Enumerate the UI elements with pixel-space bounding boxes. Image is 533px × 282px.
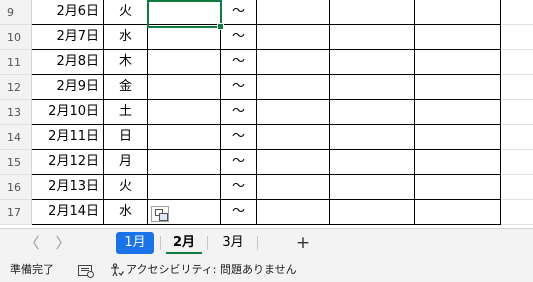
start-time-cell[interactable]: [148, 175, 221, 200]
end-time-cell[interactable]: [257, 100, 330, 125]
add-sheet-button[interactable]: +: [293, 231, 313, 255]
empty-cell[interactable]: [330, 50, 415, 75]
tilde-cell[interactable]: 〜: [221, 200, 257, 225]
date-cell[interactable]: 2月11日: [32, 125, 104, 150]
empty-cell[interactable]: [415, 75, 501, 100]
macro-record-icon[interactable]: [78, 265, 94, 278]
empty-cell[interactable]: [415, 100, 501, 125]
end-time-cell[interactable]: [257, 125, 330, 150]
tab-sheet-3[interactable]: 3月: [214, 232, 252, 254]
row-header[interactable]: 10: [0, 25, 32, 50]
empty-cell[interactable]: [415, 50, 501, 75]
tab-divider: [257, 236, 258, 250]
empty-cell[interactable]: [501, 175, 533, 200]
empty-cell[interactable]: [501, 150, 533, 175]
end-time-cell[interactable]: [257, 50, 330, 75]
empty-cell[interactable]: [330, 125, 415, 150]
date-cell[interactable]: 2月10日: [32, 100, 104, 125]
start-time-cell[interactable]: [148, 25, 221, 50]
end-time-cell[interactable]: [257, 150, 330, 175]
chevron-left-icon[interactable]: 〈: [24, 234, 40, 252]
weekday-cell[interactable]: 月: [104, 150, 148, 175]
tilde-cell[interactable]: 〜: [221, 175, 257, 200]
row-header[interactable]: 9: [0, 0, 32, 25]
tilde-cell[interactable]: 〜: [221, 100, 257, 125]
date-cell[interactable]: 2月14日: [32, 200, 104, 225]
tilde-cell[interactable]: 〜: [221, 50, 257, 75]
empty-cell[interactable]: [501, 25, 533, 50]
accessibility-status-text[interactable]: アクセシビリティ: 問題ありません: [126, 258, 297, 282]
date-cell[interactable]: 2月9日: [32, 75, 104, 100]
empty-cell[interactable]: [330, 175, 415, 200]
empty-cell[interactable]: [330, 200, 415, 225]
tilde-cell[interactable]: 〜: [221, 25, 257, 50]
weekday-cell[interactable]: 水: [104, 200, 148, 225]
start-time-cell[interactable]: [148, 0, 221, 25]
end-time-cell[interactable]: [257, 175, 330, 200]
date-cell[interactable]: 2月12日: [32, 150, 104, 175]
empty-cell[interactable]: [330, 75, 415, 100]
sheet-tab-bar: 〈 〉 1月 2月 3月 +: [0, 228, 533, 258]
empty-cell[interactable]: [501, 50, 533, 75]
tilde-cell[interactable]: 〜: [221, 75, 257, 100]
weekday-cell[interactable]: 火: [104, 175, 148, 200]
empty-cell[interactable]: [501, 75, 533, 100]
weekday-cell[interactable]: 木: [104, 50, 148, 75]
row-header[interactable]: 11: [0, 50, 32, 75]
tab-divider: [207, 236, 208, 250]
empty-cell[interactable]: [330, 25, 415, 50]
paste-options-icon[interactable]: [151, 206, 169, 222]
tab-divider: [160, 236, 161, 250]
row-header[interactable]: 13: [0, 100, 32, 125]
start-time-cell[interactable]: [148, 150, 221, 175]
weekday-cell[interactable]: 火: [104, 0, 148, 25]
weekday-cell[interactable]: 水: [104, 25, 148, 50]
weekday-cell[interactable]: 日: [104, 125, 148, 150]
start-time-cell[interactable]: [148, 100, 221, 125]
date-cell[interactable]: 2月7日: [32, 25, 104, 50]
start-time-cell[interactable]: [148, 50, 221, 75]
empty-cell[interactable]: [415, 150, 501, 175]
spreadsheet-grid[interactable]: 9 2月6日 火 〜 10 2月7日 水 〜 11 2月8日 木 〜 12 2月…: [0, 0, 533, 228]
empty-cell[interactable]: [501, 200, 533, 225]
end-time-cell[interactable]: [257, 25, 330, 50]
empty-cell[interactable]: [501, 125, 533, 150]
row-header[interactable]: 17: [0, 200, 32, 225]
start-time-cell[interactable]: [148, 125, 221, 150]
empty-cell[interactable]: [415, 125, 501, 150]
end-time-cell[interactable]: [257, 75, 330, 100]
empty-cell[interactable]: [330, 100, 415, 125]
chevron-right-icon[interactable]: 〉: [55, 234, 71, 252]
weekday-cell[interactable]: 金: [104, 75, 148, 100]
row-header[interactable]: 14: [0, 125, 32, 150]
date-cell[interactable]: 2月8日: [32, 50, 104, 75]
date-cell[interactable]: 2月13日: [32, 175, 104, 200]
status-bar: 準備完了 アクセシビリティ: 問題ありません: [0, 258, 533, 282]
start-time-cell[interactable]: [148, 75, 221, 100]
row-header[interactable]: 16: [0, 175, 32, 200]
row-header[interactable]: 15: [0, 150, 32, 175]
date-cell[interactable]: 2月6日: [32, 0, 104, 25]
weekday-cell[interactable]: 土: [104, 100, 148, 125]
empty-cell[interactable]: [501, 0, 533, 25]
tab-sheet-1[interactable]: 1月: [116, 232, 154, 254]
empty-cell[interactable]: [415, 25, 501, 50]
tilde-cell[interactable]: 〜: [221, 125, 257, 150]
empty-cell[interactable]: [415, 175, 501, 200]
end-time-cell[interactable]: [257, 0, 330, 25]
empty-cell[interactable]: [501, 100, 533, 125]
empty-cell[interactable]: [415, 0, 501, 25]
tab-sheet-2[interactable]: 2月: [166, 232, 202, 254]
end-time-cell[interactable]: [257, 200, 330, 225]
empty-cell[interactable]: [330, 0, 415, 25]
empty-cell[interactable]: [330, 150, 415, 175]
accessibility-icon[interactable]: [110, 263, 124, 277]
status-ready-text: 準備完了: [10, 263, 54, 276]
tilde-cell[interactable]: 〜: [221, 0, 257, 25]
row-header[interactable]: 12: [0, 75, 32, 100]
tilde-cell[interactable]: 〜: [221, 150, 257, 175]
empty-cell[interactable]: [415, 200, 501, 225]
